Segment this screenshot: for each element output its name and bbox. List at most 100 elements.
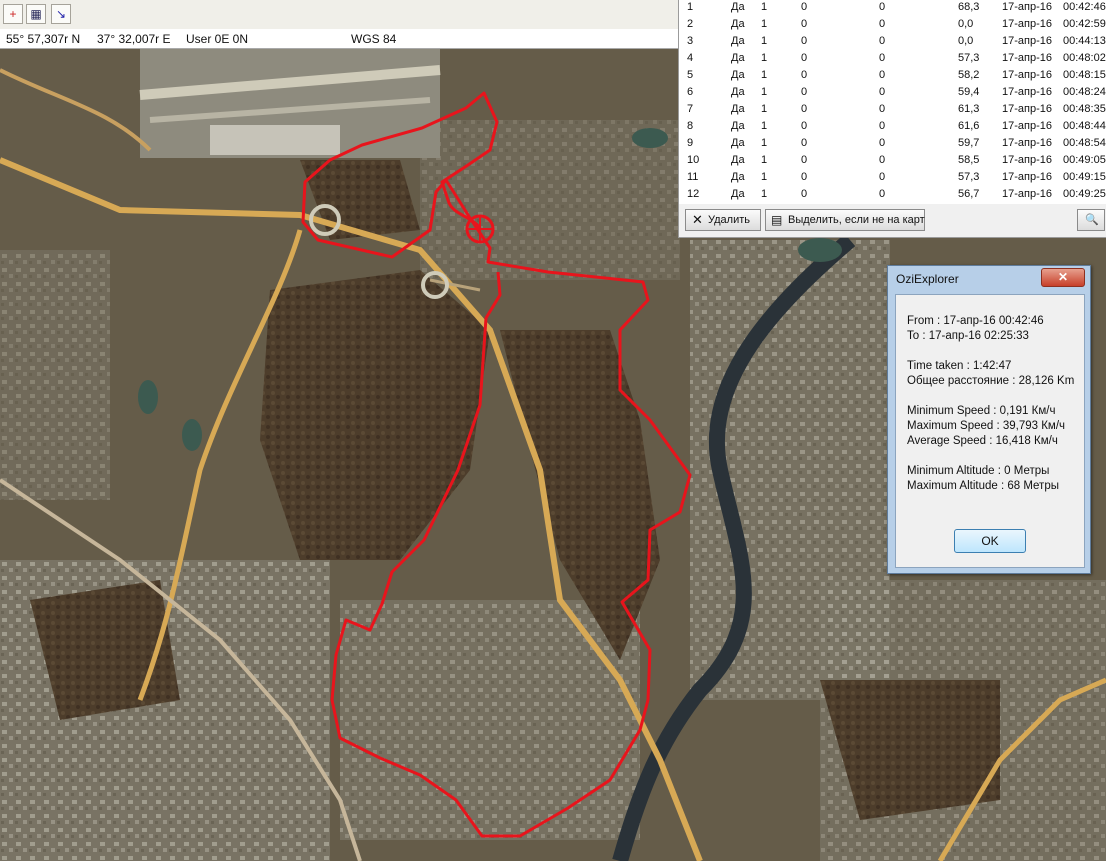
- table-cell: 8: [687, 120, 694, 132]
- table-cell: 3: [687, 35, 694, 47]
- table-cell: 17-апр-16: [1002, 35, 1052, 47]
- table-cell: 11: [687, 171, 699, 183]
- max-speed: Maximum Speed : 39,793 Км/ч: [907, 420, 1066, 432]
- track-points-panel: 1 Да 1 0 0 68,3 17-апр-16 00:42:46 2 Да 1 0 0 0,0 17-а…: [678, 0, 1106, 238]
- ok-button[interactable]: OK: [954, 529, 1026, 553]
- table-cell: Да: [731, 137, 745, 149]
- table-cell: 0: [801, 35, 808, 47]
- table-cell: Да: [731, 35, 745, 47]
- close-icon: ✕: [1057, 270, 1069, 284]
- table-row[interactable]: 9 Да 1 0 0 59,7 17-апр-16 00:48:54: [679, 135, 1106, 152]
- table-cell: 1: [761, 52, 768, 64]
- table-cell: 17-апр-16: [1002, 103, 1052, 115]
- table-cell: 17-апр-16: [1002, 171, 1052, 183]
- table-row[interactable]: 3 Да 1 0 0 0,0 17-апр-16 00:44:13: [679, 33, 1106, 50]
- table-cell: 0: [879, 86, 886, 98]
- add-waypoint-icon[interactable]: +: [3, 4, 23, 24]
- track-line-icon[interactable]: ↘: [51, 4, 71, 24]
- table-row[interactable]: 11 Да 1 0 0 57,3 17-апр-16 00:49:15: [679, 169, 1106, 186]
- table-cell: 00:42:46: [1063, 1, 1106, 13]
- table-cell: 0,0: [958, 18, 974, 30]
- table-cell: 0: [801, 120, 808, 132]
- table-cell: 00:42:59: [1063, 18, 1106, 30]
- table-cell: 00:49:15: [1063, 171, 1106, 183]
- table-cell: 0: [801, 69, 808, 81]
- table-cell: 17-апр-16: [1002, 137, 1052, 149]
- table-row[interactable]: 5 Да 1 0 0 58,2 17-апр-16 00:48:15: [679, 67, 1106, 84]
- user-grid-readout: User 0E 0N: [186, 32, 249, 46]
- table-cell: 17-апр-16: [1002, 52, 1052, 64]
- table-row[interactable]: 2 Да 1 0 0 0,0 17-апр-16 00:42:59: [679, 16, 1106, 33]
- table-cell: 17-апр-16: [1002, 86, 1052, 98]
- track-points-table: 1 Да 1 0 0 68,3 17-апр-16 00:42:46 2 Да 1 0 0 0,0 17-а…: [679, 0, 1106, 204]
- table-row[interactable]: 6 Да 1 0 0 59,4 17-апр-16 00:48:24: [679, 84, 1106, 101]
- table-cell: Да: [731, 120, 745, 132]
- table-cell: 1: [761, 69, 768, 81]
- table-row[interactable]: 1 Да 1 0 0 68,3 17-апр-16 00:42:46: [679, 0, 1106, 16]
- datum-readout: WGS 84: [351, 32, 397, 46]
- table-cell: 17-апр-16: [1002, 1, 1052, 13]
- dialog-body: From : 17-апр-16 00:42:46 To : 17-апр-16…: [895, 294, 1085, 568]
- table-cell: 1: [761, 18, 768, 30]
- table-cell: 0: [879, 1, 886, 13]
- search-map-button[interactable]: 🔍: [1077, 209, 1105, 231]
- table-row[interactable]: 4 Да 1 0 0 57,3 17-апр-16 00:48:02: [679, 50, 1106, 67]
- table-cell: Да: [731, 1, 745, 13]
- delete-icon: ✕: [692, 212, 703, 227]
- ozi-stats-dialog: OziExplorer ✕ From : 17-апр-16 00:42:46 …: [887, 265, 1091, 574]
- table-cell: 00:48:54: [1063, 137, 1106, 149]
- table-cell: 0: [801, 171, 808, 183]
- table-cell: 1: [761, 171, 768, 183]
- table-cell: 0: [801, 52, 808, 64]
- table-cell: 9: [687, 137, 694, 149]
- table-cell: 1: [761, 1, 768, 13]
- delete-button[interactable]: ✕ Удалить: [685, 209, 761, 231]
- table-cell: 17-апр-16: [1002, 154, 1052, 166]
- table-row[interactable]: 12 Да 1 0 0 56,7 17-апр-16 00:49:25: [679, 186, 1106, 203]
- table-cell: 58,2: [958, 69, 980, 81]
- table-cell: Да: [731, 171, 745, 183]
- min-speed: Minimum Speed : 0,191 Км/ч: [907, 405, 1056, 417]
- map-grid-icon[interactable]: ▦: [26, 4, 46, 24]
- close-button[interactable]: ✕: [1041, 268, 1085, 287]
- table-cell: 0: [801, 86, 808, 98]
- table-cell: 0: [879, 52, 886, 64]
- table-row[interactable]: 10 Да 1 0 0 58,5 17-апр-16 00:49:05: [679, 152, 1106, 169]
- status-bar: 55° 57,307r N 37° 32,007r E User 0E 0N W…: [0, 29, 678, 49]
- table-cell: 0: [879, 171, 886, 183]
- table-cell: 0: [879, 35, 886, 47]
- table-cell: Да: [731, 52, 745, 64]
- table-cell: 0: [801, 1, 808, 13]
- table-cell: 1: [761, 86, 768, 98]
- table-cell: 17-апр-16: [1002, 120, 1052, 132]
- latitude-readout: 55° 57,307r N: [6, 32, 81, 46]
- table-cell: Да: [731, 103, 745, 115]
- table-cell: 7: [687, 103, 694, 115]
- time-taken: Time taken : 1:42:47: [907, 360, 1012, 372]
- table-cell: 1: [761, 188, 768, 200]
- table-cell: 0: [801, 188, 808, 200]
- table-cell: 00:48:24: [1063, 86, 1106, 98]
- table-cell: 00:48:02: [1063, 52, 1106, 64]
- table-cell: 58,5: [958, 154, 980, 166]
- table-cell: Да: [731, 154, 745, 166]
- table-cell: 0: [801, 137, 808, 149]
- table-cell: 0: [879, 69, 886, 81]
- table-cell: 17-апр-16: [1002, 18, 1052, 30]
- position-marker-icon[interactable]: [465, 214, 495, 244]
- total-distance: Общее расстояние : 28,126 Km: [907, 375, 1075, 387]
- table-cell: 57,3: [958, 171, 980, 183]
- table-row[interactable]: 7 Да 1 0 0 61,3 17-апр-16 00:48:35: [679, 101, 1106, 118]
- table-cell: 00:48:15: [1063, 69, 1106, 81]
- table-cell: 00:49:25: [1063, 188, 1106, 200]
- table-cell: 00:49:05: [1063, 154, 1106, 166]
- table-row[interactable]: 8 Да 1 0 0 61,6 17-апр-16 00:48:44: [679, 118, 1106, 135]
- table-cell: 0: [879, 154, 886, 166]
- table-cell: 61,3: [958, 103, 980, 115]
- avg-speed: Average Speed : 16,418 Км/ч: [907, 435, 1058, 447]
- table-cell: 0: [879, 188, 886, 200]
- table-cell: Да: [731, 69, 745, 81]
- table-cell: 17-апр-16: [1002, 69, 1052, 81]
- select-if-not-on-map-button[interactable]: ▤ Выделить, если не на карт: [765, 209, 925, 231]
- table-cell: 00:44:13: [1063, 35, 1106, 47]
